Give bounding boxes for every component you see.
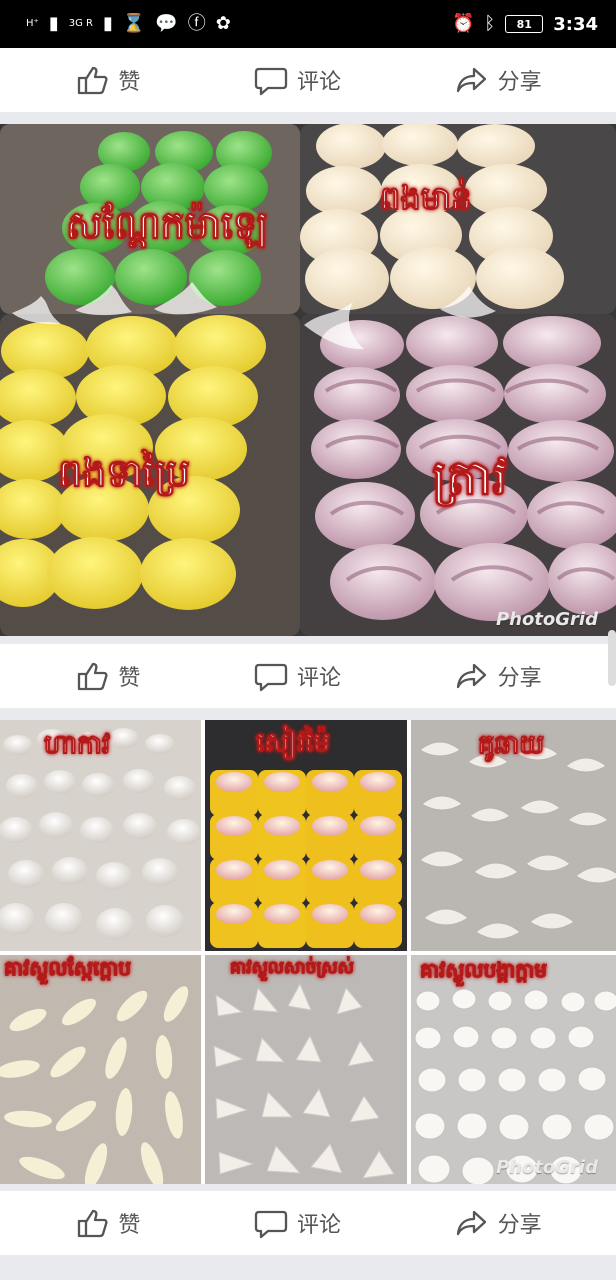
device-status: ⏰ ᛒ 81 3:34	[452, 14, 598, 35]
comment-bubble-icon	[254, 67, 288, 96]
post-actions-bottom: 赞 评论 分享	[0, 1191, 616, 1255]
facebook-icon: ⓕ	[187, 13, 206, 34]
huawei-icon: ✿	[215, 13, 231, 34]
hakao-label: ហាកាវ	[43, 730, 111, 760]
alarm-icon: ⏰	[451, 13, 475, 34]
time: 3:34	[553, 13, 598, 35]
network-1-label: H⁺	[26, 18, 39, 29]
network-status: H⁺ ▮ 3G R ▮ ⌛ 💬 ⓕ ✿	[26, 15, 231, 33]
pink-bun-label: ត្រាវ	[431, 450, 508, 506]
thumbs-up-icon	[78, 1209, 108, 1238]
comment-label: 评论	[296, 70, 341, 95]
post-1-photo-grid[interactable]: សណ្តែកម៉ាឡេ ពងមាន់ ពងទាប្រៃ ត្រាវ PhotoG…	[0, 124, 616, 636]
bottom-middle-label: គាវស្ងួលសាច់ស្រស់	[230, 958, 355, 978]
share-button[interactable]: 分享	[454, 62, 542, 98]
bottom-right-label: គាវស្ងួលបង្គាក្ដាម	[420, 958, 548, 982]
comment-bubble-icon	[254, 1210, 288, 1239]
comment-button[interactable]: 评论	[253, 658, 341, 694]
like-button[interactable]: 赞	[74, 1205, 140, 1241]
green-bun-label: សណ្តែកម៉ាឡេ	[65, 203, 268, 247]
comment-bubble-icon	[254, 663, 288, 692]
status-bar: H⁺ ▮ 3G R ▮ ⌛ 💬 ⓕ ✿ ⏰ ᛒ 81 3:34	[0, 0, 616, 48]
chat-icon: 💬	[155, 13, 178, 34]
siu-mai-label: សៀវម៉ៃ	[256, 728, 331, 758]
comment-label: 评论	[296, 1213, 341, 1238]
signal-icon: ▮	[102, 13, 113, 34]
feed-divider	[0, 112, 616, 124]
share-label: 分享	[497, 1213, 542, 1238]
share-arrow-icon	[456, 67, 486, 93]
share-label: 分享	[497, 666, 542, 691]
comment-label: 评论	[296, 666, 341, 691]
white-bun-label: ពងមាន់	[379, 179, 472, 217]
kuchai-label: គូឆាយ	[477, 730, 545, 760]
like-label: 赞	[118, 666, 141, 691]
thumbs-up-icon	[78, 662, 108, 691]
feed-divider	[0, 708, 616, 720]
dumpling-photo	[0, 720, 616, 1184]
share-button[interactable]: 分享	[454, 658, 542, 694]
thumbs-up-icon	[78, 66, 108, 95]
like-button[interactable]: 赞	[74, 658, 140, 694]
photogrid-watermark: PhotoGrid	[495, 609, 598, 630]
white-buns	[300, 124, 564, 310]
scroll-indicator[interactable]	[608, 630, 616, 686]
comment-button[interactable]: 评论	[253, 62, 341, 98]
share-arrow-icon	[456, 663, 486, 689]
like-button[interactable]: 赞	[74, 62, 140, 98]
dessert-photo	[0, 124, 616, 636]
post-2-photo-grid[interactable]: ហាកាវ សៀវម៉ៃ គូឆាយ គាវស្ងួលស្កែក្ដោប គាវ…	[0, 720, 616, 1184]
bluetooth-icon: ᛒ	[484, 13, 496, 34]
post-actions-middle: 赞 评论 分享	[0, 644, 616, 708]
yellow-bun-label: ពងទាប្រៃ	[58, 451, 191, 495]
comment-button[interactable]: 评论	[253, 1205, 341, 1241]
like-label: 赞	[118, 1213, 141, 1238]
share-arrow-icon	[456, 1210, 486, 1236]
like-label: 赞	[118, 70, 141, 95]
share-button[interactable]: 分享	[454, 1205, 542, 1241]
bottom-left-label: គាវស្ងួលស្កែក្ដោប	[4, 956, 132, 980]
network-2-label: 3G R	[68, 18, 93, 29]
hourglass-icon: ⌛	[122, 13, 146, 34]
battery-level: 81	[505, 15, 544, 33]
signal-icon: ▮	[48, 13, 59, 34]
share-label: 分享	[497, 70, 542, 95]
post-actions-top: 赞 评论 分享	[0, 48, 616, 112]
photogrid-watermark: PhotoGrid	[495, 1157, 598, 1178]
